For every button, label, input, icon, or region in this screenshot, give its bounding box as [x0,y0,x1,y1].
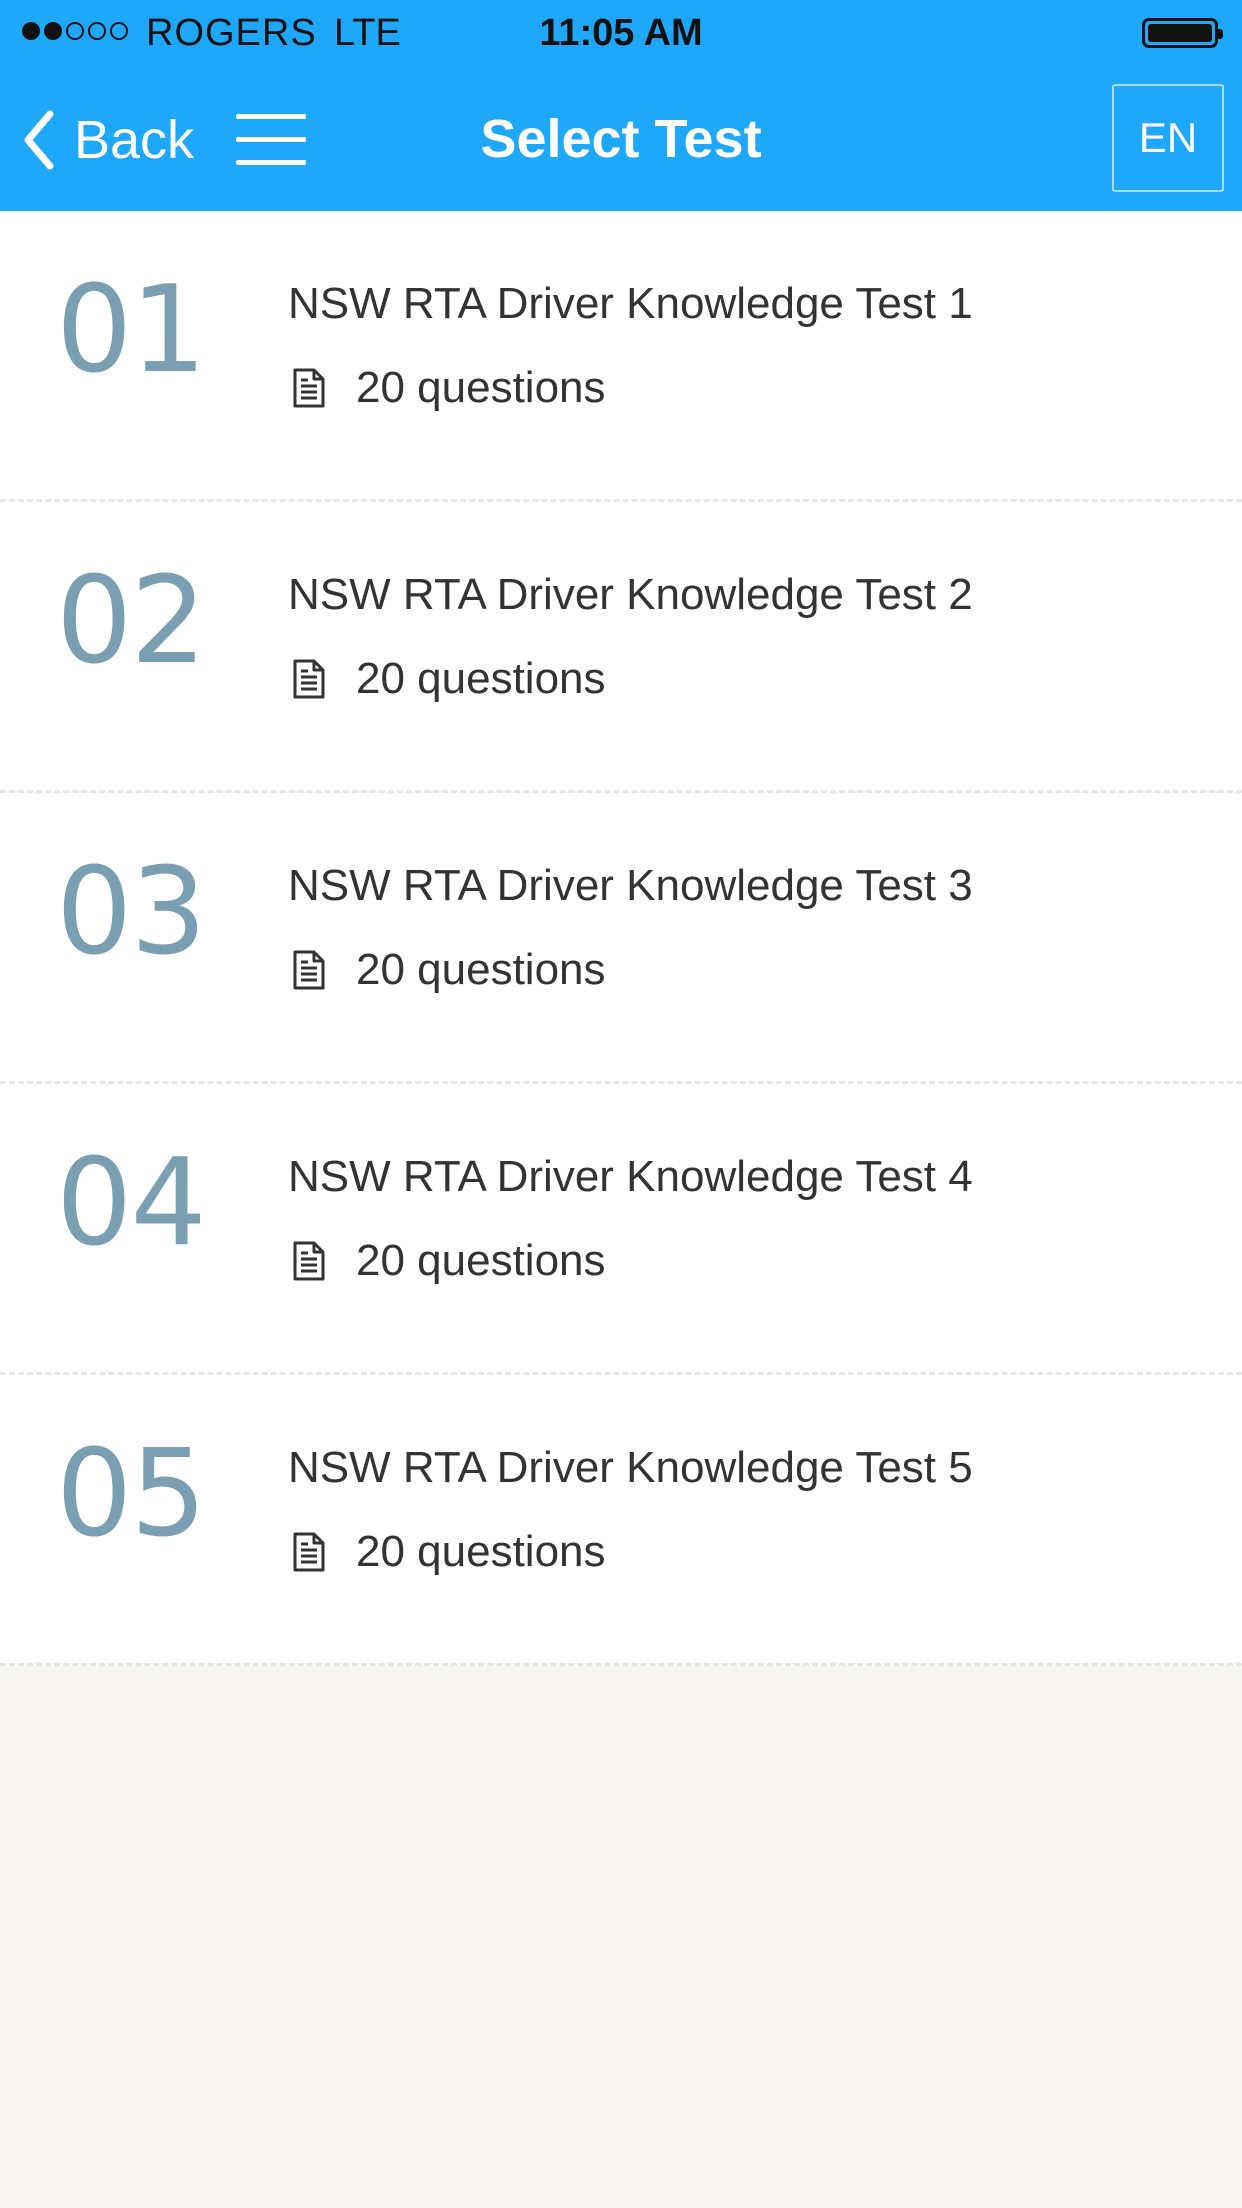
test-list-item[interactable]: 03 NSW RTA Driver Knowledge Test 3 20 qu… [0,793,1242,1084]
test-title: NSW RTA Driver Knowledge Test 2 [288,570,973,619]
document-icon [292,1532,326,1572]
question-count: 20 questions [356,363,606,412]
test-number: 01 [56,261,207,400]
test-title: NSW RTA Driver Knowledge Test 4 [288,1152,973,1201]
test-title: NSW RTA Driver Knowledge Test 3 [288,861,973,910]
test-number: 02 [56,552,207,691]
test-meta: 20 questions [292,654,606,704]
question-count: 20 questions [356,1527,606,1576]
battery-fill [1148,24,1212,42]
test-list-item[interactable]: 05 NSW RTA Driver Knowledge Test 5 20 qu… [0,1375,1242,1666]
status-bar: ROGERS LTE 11:05 AM [0,0,1242,64]
test-meta: 20 questions [292,945,606,995]
test-number: 04 [56,1134,207,1273]
document-icon [292,950,326,990]
test-list-item[interactable]: 02 NSW RTA Driver Knowledge Test 2 20 qu… [0,502,1242,793]
test-title: NSW RTA Driver Knowledge Test 1 [288,279,973,328]
test-meta: 20 questions [292,1527,606,1577]
question-count: 20 questions [356,654,606,703]
test-meta: 20 questions [292,363,606,413]
test-list-item[interactable]: 01 NSW RTA Driver Knowledge Test 1 20 qu… [0,211,1242,502]
language-button[interactable]: EN [1112,84,1224,192]
question-count: 20 questions [356,945,606,994]
test-meta: 20 questions [292,1236,606,1286]
page-title: Select Test [480,109,762,169]
test-list-item[interactable]: 04 NSW RTA Driver Knowledge Test 4 20 qu… [0,1084,1242,1375]
test-number: 05 [56,1425,207,1564]
document-icon [292,659,326,699]
document-icon [292,368,326,408]
status-time: 11:05 AM [539,12,703,54]
question-count: 20 questions [356,1236,606,1285]
navigation-header: ROGERS LTE 11:05 AM Back Select Test EN [0,0,1242,211]
document-icon [292,1241,326,1281]
test-list: 01 NSW RTA Driver Knowledge Test 1 20 qu… [0,211,1242,1666]
test-number: 03 [56,843,207,982]
test-title: NSW RTA Driver Knowledge Test 5 [288,1443,973,1492]
battery-icon [1142,18,1223,48]
